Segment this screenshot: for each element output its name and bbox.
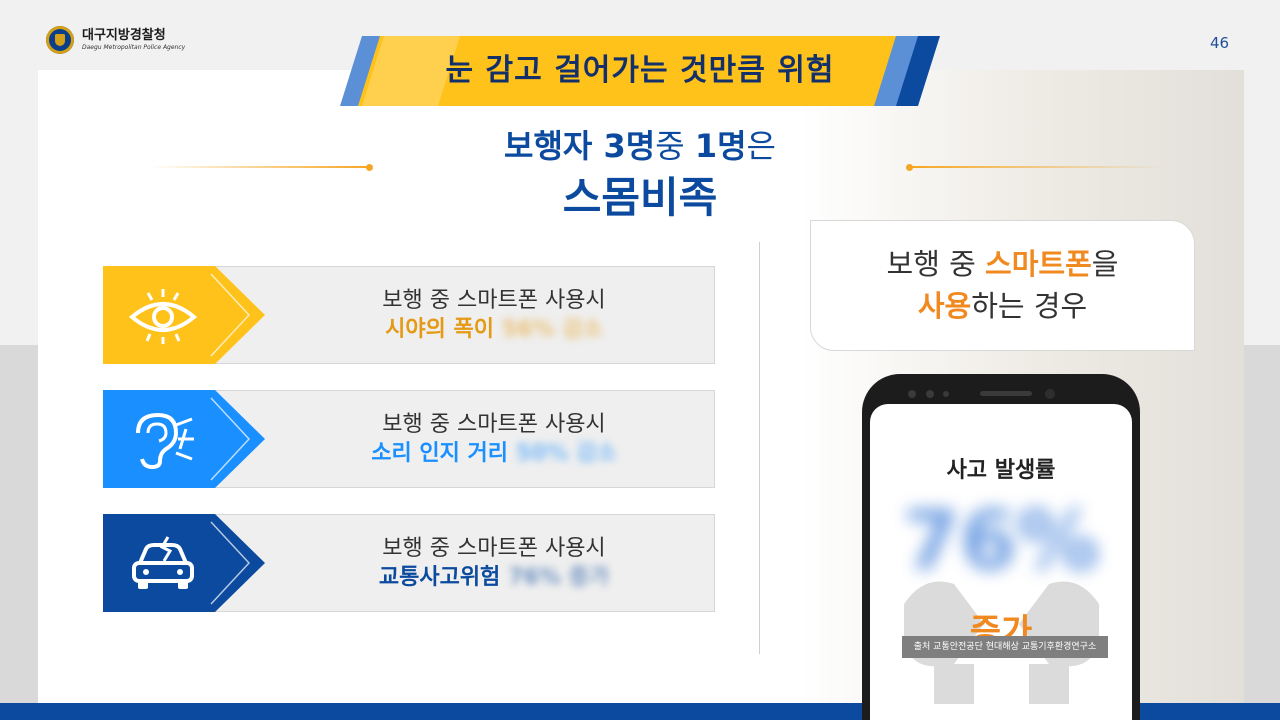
stat-vision-line1: 보행 중 스마트폰 사용시	[382, 288, 606, 313]
stat-accident-value: 76% 증가	[508, 565, 610, 590]
stat-card-accident: 보행 중 스마트폰 사용시 교통사고위험 76% 증가	[103, 514, 715, 612]
case-line1: 보행 중 스마트폰을	[811, 243, 1194, 285]
headline-particle: 은	[746, 127, 776, 165]
case-highlight-use: 사용	[917, 289, 972, 323]
page-number: 46	[1210, 34, 1230, 52]
headline-one: 1명	[694, 127, 747, 165]
org-name: 대구지방경찰청	[82, 28, 166, 43]
eye-icon	[128, 289, 198, 344]
stat-vision-line2: 시야의 폭이	[385, 317, 495, 342]
stat-hearing-line1: 보행 중 스마트폰 사용시	[382, 412, 606, 437]
smartphone-mockup: 사고 발생률 76% 증가 출처 교통안전공단 현대해상 교통기후환경연구소	[862, 374, 1140, 720]
headline: 보행자 3명중 1명은 스몸비족	[400, 122, 880, 224]
phone-screen: 사고 발생률 76% 증가 출처 교통안전공단 현대해상 교통기후환경연구소	[870, 404, 1132, 720]
stat-accident-line2: 교통사고위험	[378, 565, 501, 590]
decorative-line-right	[910, 166, 1165, 168]
decorative-dot-right	[906, 164, 913, 171]
org-logo: 대구지방경찰청 Daegu Metropolitan Police Agency	[46, 26, 185, 54]
case-text-particle: 을	[1091, 247, 1119, 281]
accident-rate-title: 사고 발생률	[946, 458, 1056, 483]
headline-line1: 보행자 3명중 1명은	[400, 122, 880, 170]
accident-rate-value: 76%	[902, 494, 1100, 589]
police-emblem-icon	[46, 26, 74, 54]
source-caption: 출처 교통안전공단 현대해상 교통기후환경연구소	[902, 636, 1108, 658]
org-name-en: Daegu Metropolitan Police Agency	[82, 44, 186, 51]
stat-hearing-value: 50% 감소	[515, 441, 617, 466]
stat-accident-line1: 보행 중 스마트폰 사용시	[382, 536, 606, 561]
headline-line2: 스몸비족	[562, 173, 718, 222]
case-line2: 사용하는 경우	[811, 285, 1194, 327]
car-crash-icon	[132, 536, 194, 589]
stat-vision-value: 56% 감소	[502, 317, 603, 342]
title-banner: 눈 감고 걸어가는 것만큼 위험	[340, 36, 940, 106]
decorative-dot-left	[366, 164, 373, 171]
headline-mid: 중	[655, 127, 695, 165]
banner-title: 눈 감고 걸어가는 것만큼 위험	[445, 53, 835, 88]
case-highlight-smartphone: 스마트폰	[985, 247, 1092, 281]
decorative-line-left	[150, 166, 370, 168]
case-callout: 보행 중 스마트폰을 사용하는 경우	[810, 220, 1195, 351]
case-text-b: 하는 경우	[971, 289, 1088, 323]
column-divider	[759, 242, 760, 654]
stat-card-vision: 보행 중 스마트폰 사용시 시야의 폭이 56% 감소	[103, 266, 715, 364]
stat-hearing-line2: 소리 인지 거리	[371, 441, 508, 466]
headline-count: 보행자 3명	[504, 127, 656, 165]
hearing-icon	[136, 412, 194, 469]
stat-card-hearing: 보행 중 스마트폰 사용시 소리 인지 거리 50% 감소	[103, 390, 715, 488]
phone-top-sensors	[908, 389, 1055, 399]
case-text-a: 보행 중	[886, 247, 986, 281]
